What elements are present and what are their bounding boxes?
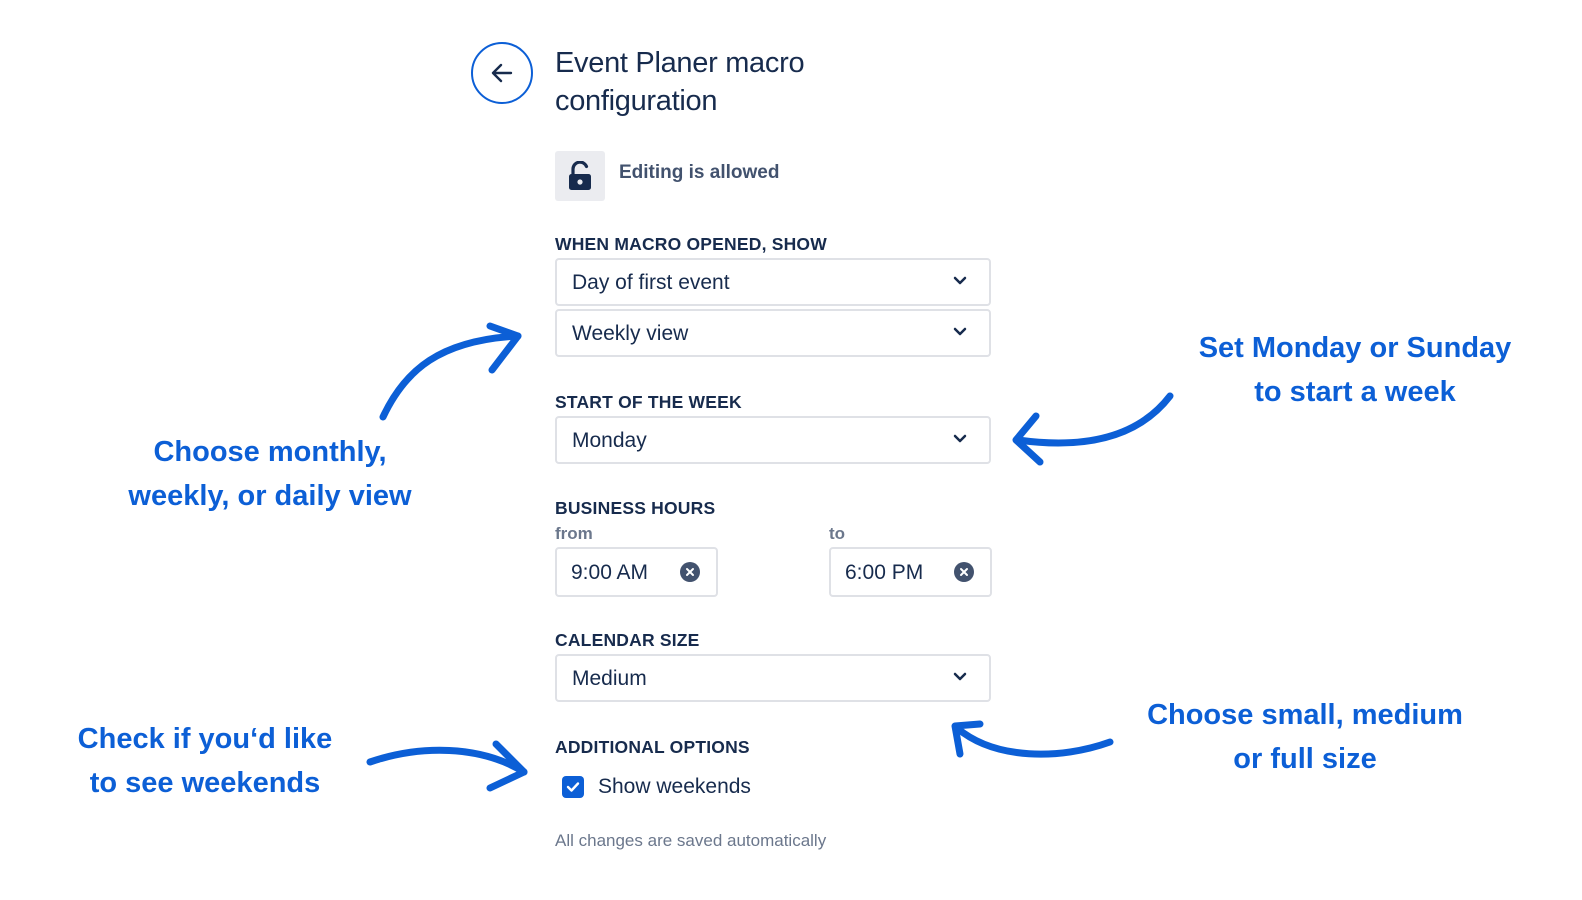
annotation-arrow-view (379, 332, 522, 421)
annotation-arrow-view-head (486, 322, 522, 374)
annotation-arrows (366, 322, 1174, 792)
annotation-arrow-size (953, 724, 1114, 758)
annotation-arrow-week (1014, 392, 1174, 447)
